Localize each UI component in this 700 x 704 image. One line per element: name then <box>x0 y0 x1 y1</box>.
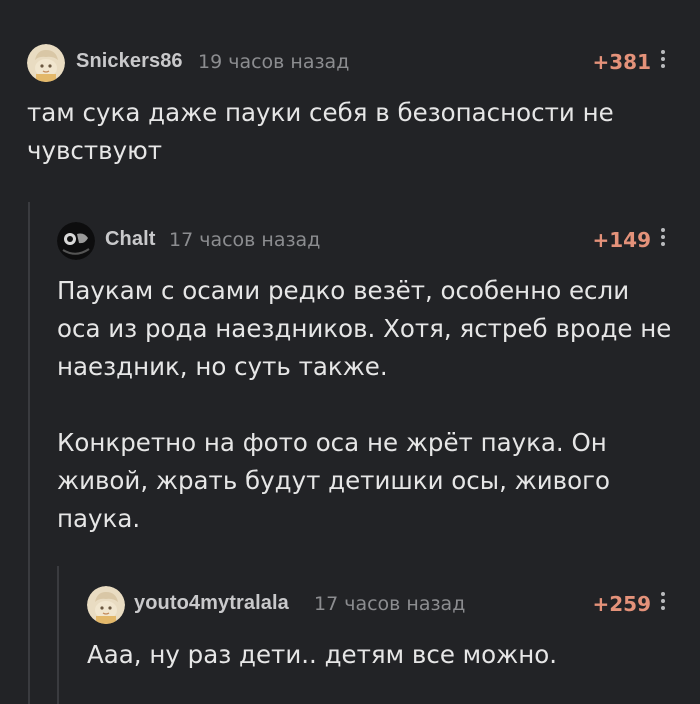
more-options-icon[interactable] <box>658 226 668 252</box>
comment-paragraph: Паукам с осами редко везёт, особенно есл… <box>57 276 672 381</box>
rating: +381 <box>592 50 651 74</box>
timestamp[interactable]: 17 часов назад <box>169 229 320 251</box>
username[interactable]: youto4mytralala <box>134 592 289 615</box>
dark-photo-avatar-icon <box>57 222 95 260</box>
avatar[interactable] <box>87 586 125 624</box>
more-options-icon[interactable] <box>658 48 668 74</box>
timestamp[interactable]: 17 часов назад <box>314 593 465 615</box>
comment-paragraph: Конкретно на фото оса не жрёт паука. Он … <box>57 428 610 533</box>
username[interactable]: Chalt <box>105 228 156 251</box>
comment-header: Chalt 17 часов назад +149 <box>0 222 700 262</box>
cartoon-avatar-icon <box>87 586 125 624</box>
timestamp[interactable]: 19 часов назад <box>198 51 349 73</box>
comment-text: Паукам с осами редко везёт, особенно есл… <box>57 272 677 538</box>
rating: +259 <box>592 592 651 616</box>
comment-text: Ааа, ну раз дети.. детям все можно. <box>87 636 677 674</box>
avatar[interactable] <box>27 44 65 82</box>
cartoon-avatar-icon <box>27 44 65 82</box>
username[interactable]: Snickers86 <box>76 50 183 73</box>
more-options-icon[interactable] <box>658 590 668 616</box>
comment-header: youto4mytralala 17 часов назад +259 <box>0 586 700 626</box>
comment-header: Snickers86 19 часов назад +381 <box>0 44 700 84</box>
comment-paragraph: там сука даже пауки себя в безопасности … <box>27 98 614 165</box>
thread-line-level-1 <box>28 202 30 704</box>
rating: +149 <box>592 228 651 252</box>
comment-paragraph: Ааа, ну раз дети.. детям все можно. <box>87 640 558 669</box>
comment-text: там сука даже пауки себя в безопасности … <box>27 94 667 170</box>
avatar[interactable] <box>57 222 95 260</box>
